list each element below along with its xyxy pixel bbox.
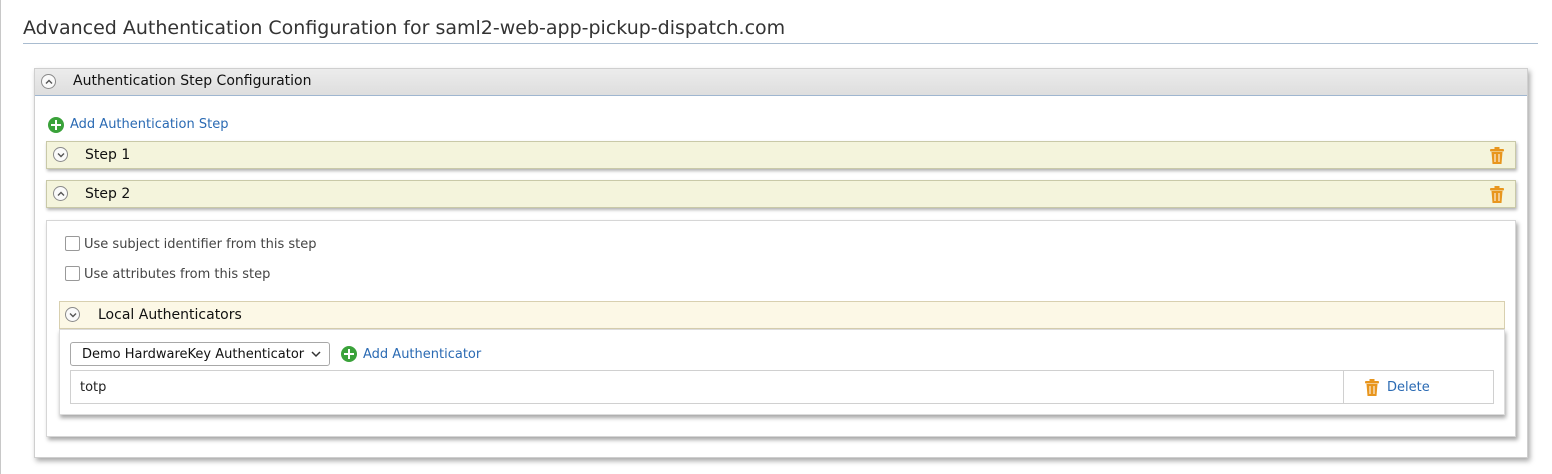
trash-icon[interactable] [1365,379,1379,396]
plus-circle-icon[interactable] [341,346,357,362]
subject-identifier-checkbox[interactable] [65,236,80,251]
title-divider [23,43,1538,44]
chevron-up-icon[interactable] [41,74,56,89]
plus-circle-icon[interactable] [48,117,64,133]
step-2-header[interactable]: Step 2 [46,180,1516,208]
local-authenticators-label: Local Authenticators [98,307,242,323]
chevron-down-icon[interactable] [65,307,80,322]
authenticator-select-value: Demo HardwareKey Authenticator [82,347,305,362]
chevron-down-icon[interactable] [53,147,68,162]
left-border [0,0,1,474]
authenticator-name: totp [80,380,107,395]
trash-icon[interactable] [1490,147,1504,164]
delete-authenticator-link[interactable]: Delete [1387,380,1430,395]
authentication-step-configuration-panel: Authentication Step Configuration Add Au… [34,68,1528,458]
add-authenticator-link[interactable]: Add Authenticator [363,347,481,362]
authenticator-table-row: totp Delete [70,370,1494,404]
step-2-label: Step 2 [85,186,131,202]
step-2-body: Use subject identifier from this step Us… [46,220,1516,437]
subject-identifier-label: Use subject identifier from this step [84,237,317,252]
panel-header[interactable]: Authentication Step Configuration [35,69,1527,96]
step-1-header[interactable]: Step 1 [46,141,1516,169]
attributes-label: Use attributes from this step [84,267,271,282]
local-authenticators-body: Demo HardwareKey Authenticator Add Authe… [59,329,1505,415]
page-title: Advanced Authentication Configuration fo… [23,17,786,39]
panel-header-label: Authentication Step Configuration [73,73,312,89]
chevron-up-icon[interactable] [53,186,68,201]
authenticator-select[interactable]: Demo HardwareKey Authenticator [70,342,330,366]
step-1-label: Step 1 [85,147,131,163]
attributes-checkbox[interactable] [65,266,80,281]
cell-divider [1343,371,1344,403]
add-authentication-step-link[interactable]: Add Authentication Step [70,117,228,132]
local-authenticators-header[interactable]: Local Authenticators [59,301,1505,329]
trash-icon[interactable] [1490,186,1504,203]
chevron-down-icon [311,351,321,358]
